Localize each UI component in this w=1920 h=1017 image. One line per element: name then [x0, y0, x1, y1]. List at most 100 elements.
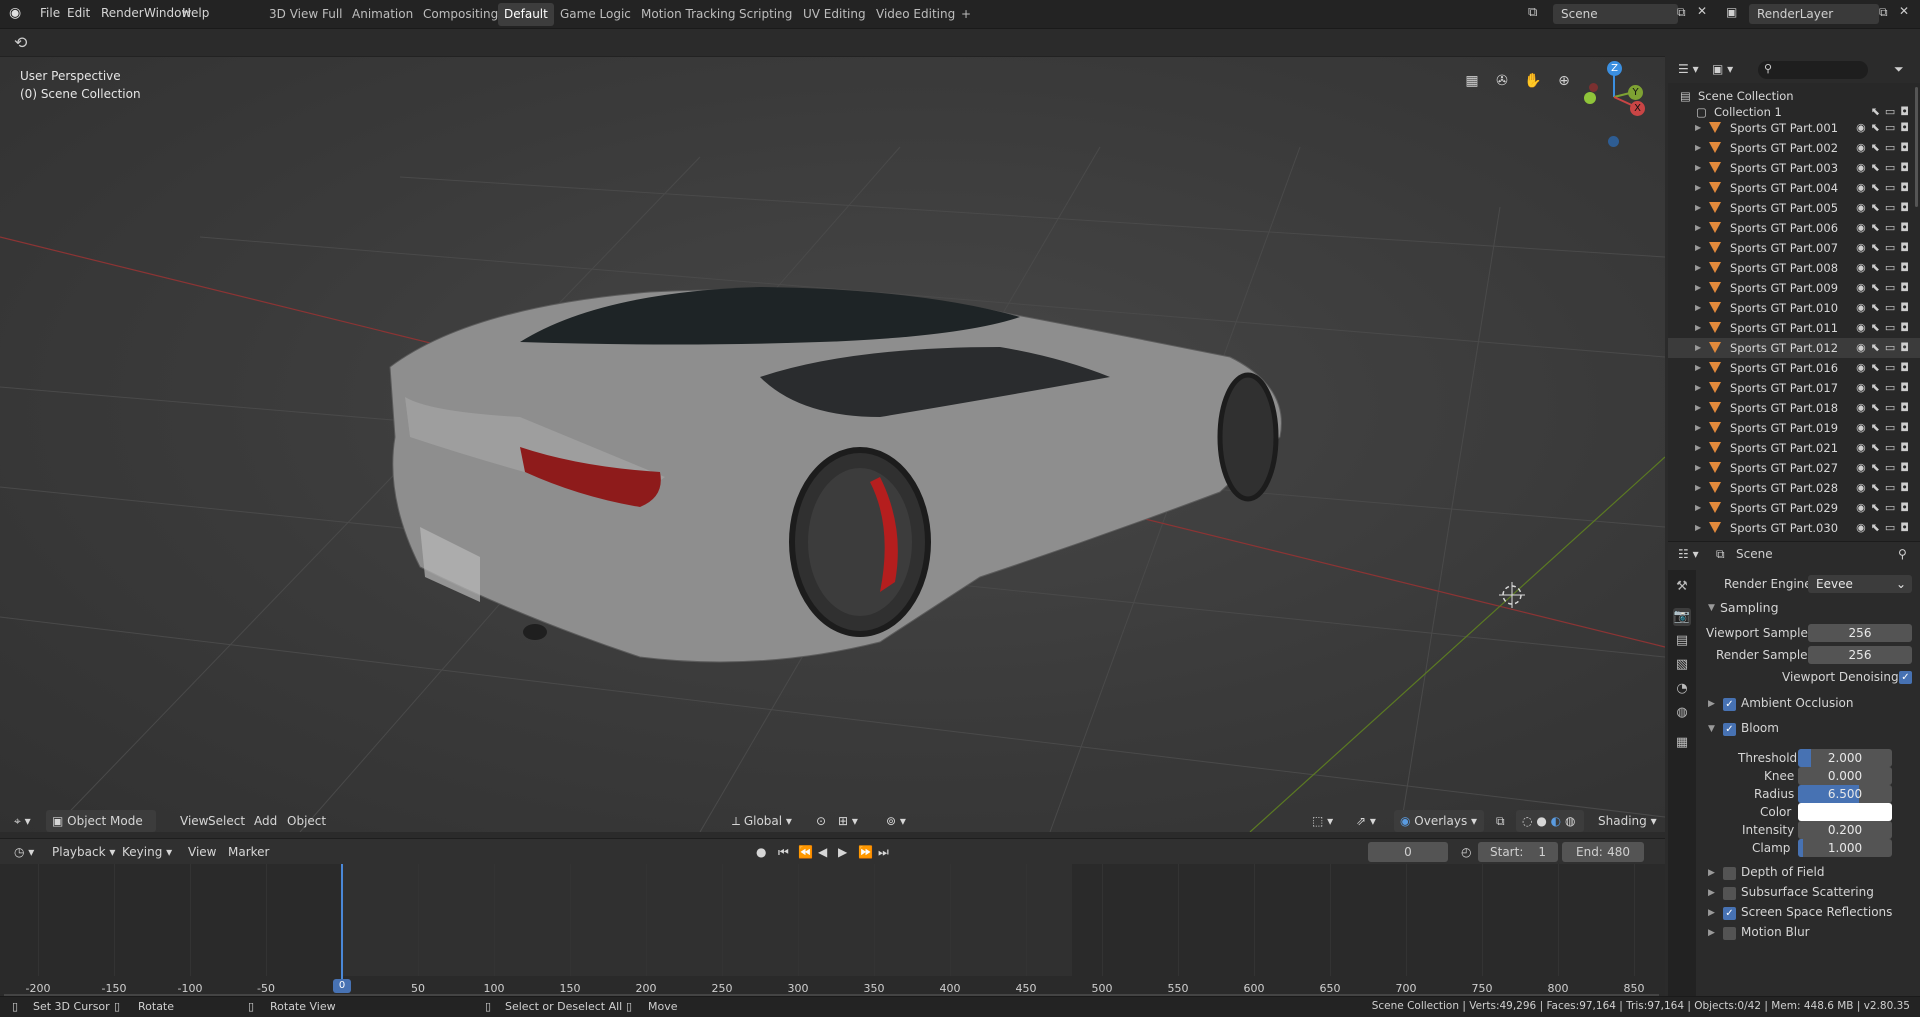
- gizmo-z-icon[interactable]: Z: [1607, 61, 1622, 76]
- pivot-icon[interactable]: ⊙: [810, 810, 832, 832]
- delete-layer-icon[interactable]: ✕: [1899, 4, 1909, 18]
- expand-arrow-icon[interactable]: ▶: [1695, 498, 1701, 518]
- output-tab-icon[interactable]: ▤: [1673, 632, 1691, 650]
- item-visibility-icons[interactable]: ◉⬉▭◘: [1856, 258, 1914, 278]
- navigation-gizmo[interactable]: Z Y X: [1570, 57, 1660, 147]
- subsurface-label[interactable]: Subsurface Scattering: [1741, 885, 1874, 899]
- pan-hand-icon[interactable]: ✋: [1521, 69, 1545, 93]
- new-layer-icon[interactable]: ⧉: [1879, 5, 1888, 20]
- item-visibility-icons[interactable]: ◉⬉▭◘: [1856, 238, 1914, 258]
- wireframe-shading-icon[interactable]: ◌: [1522, 814, 1532, 828]
- sampling-expand-icon[interactable]: ▼: [1708, 603, 1715, 613]
- new-scene-icon[interactable]: ⧉: [1677, 5, 1686, 20]
- item-visibility-icons[interactable]: ◉⬉▭◘: [1856, 498, 1914, 518]
- ambient-occlusion-checkbox[interactable]: ✓: [1723, 698, 1736, 711]
- gizmo-y-icon[interactable]: Y: [1628, 85, 1643, 100]
- delete-scene-icon[interactable]: ✕: [1697, 4, 1707, 18]
- outliner-scrollbar[interactable]: [1915, 87, 1918, 207]
- motion-blur-expand-icon[interactable]: ▶: [1708, 928, 1715, 938]
- xray-icon[interactable]: ⧉: [1490, 810, 1511, 832]
- properties-editor-icon[interactable]: ☷ ▾: [1678, 547, 1699, 561]
- outliner-item[interactable]: ▶ Sports GT Part.010 ◉⬉▭◘: [1668, 298, 1920, 318]
- motion-blur-checkbox[interactable]: [1723, 927, 1736, 940]
- item-visibility-icons[interactable]: ◉⬉▭◘: [1856, 118, 1914, 138]
- menu-render[interactable]: Render: [101, 6, 144, 20]
- outliner-item[interactable]: ▶ Sports GT Part.007 ◉⬉▭◘: [1668, 238, 1920, 258]
- play-icon[interactable]: ▶: [832, 841, 853, 863]
- item-visibility-icons[interactable]: ◉⬉▭◘: [1856, 478, 1914, 498]
- 3d-viewport[interactable]: User Perspective (0) Scene Collection ▦ …: [0, 57, 1665, 832]
- depth-of-field-checkbox[interactable]: [1723, 867, 1736, 880]
- timeline-editor-icon[interactable]: ◷ ▾: [8, 841, 40, 863]
- outliner-item[interactable]: ▶ Sports GT Part.006 ◉⬉▭◘: [1668, 218, 1920, 238]
- menu-select[interactable]: Select: [202, 810, 251, 832]
- render-layer-field[interactable]: RenderLayer: [1749, 4, 1879, 24]
- item-visibility-icons[interactable]: ◉⬉▭◘: [1856, 318, 1914, 338]
- item-visibility-icons[interactable]: ◉⬉▭◘: [1856, 218, 1914, 238]
- outliner-item[interactable]: ▶ Sports GT Part.002 ◉⬉▭◘: [1668, 138, 1920, 158]
- ssr-expand-icon[interactable]: ▶: [1708, 908, 1715, 918]
- gizmo-neg-x-icon[interactable]: [1589, 83, 1598, 92]
- menu-edit[interactable]: Edit: [67, 6, 90, 20]
- threshold-slider[interactable]: 2.000: [1798, 749, 1892, 767]
- transform-tool-icon[interactable]: ⟲: [14, 33, 27, 52]
- shading-dropdown[interactable]: Shading ▾: [1592, 810, 1663, 832]
- expand-arrow-icon[interactable]: ▶: [1695, 518, 1701, 538]
- tab-motion-tracking[interactable]: Motion Tracking: [635, 3, 741, 26]
- item-visibility-icons[interactable]: ◉⬉▭◘: [1856, 398, 1914, 418]
- viewport-denoising-checkbox[interactable]: ✓: [1899, 671, 1912, 684]
- blender-logo-icon[interactable]: ◉: [9, 5, 21, 21]
- depth-of-field-label[interactable]: Depth of Field: [1741, 865, 1824, 879]
- bloom-expand-icon[interactable]: ▼: [1708, 724, 1715, 734]
- item-visibility-icons[interactable]: ◉⬉▭◘: [1856, 358, 1914, 378]
- render-engine-dropdown[interactable]: Eevee ⌄: [1808, 575, 1912, 593]
- expand-arrow-icon[interactable]: ▶: [1695, 378, 1701, 398]
- expand-arrow-icon[interactable]: ▶: [1695, 478, 1701, 498]
- gizmo-x-icon[interactable]: X: [1630, 101, 1645, 116]
- item-visibility-icons[interactable]: ◉⬉▭◘: [1856, 198, 1914, 218]
- outliner-item[interactable]: ▶ Sports GT Part.004 ◉⬉▭◘: [1668, 178, 1920, 198]
- ao-expand-icon[interactable]: ▶: [1708, 699, 1715, 709]
- ssr-label[interactable]: Screen Space Reflections: [1741, 905, 1892, 919]
- texture-tab-icon[interactable]: ▦: [1673, 734, 1691, 752]
- tool-tab-icon[interactable]: ⚒: [1673, 578, 1691, 596]
- item-visibility-icons[interactable]: ◉⬉▭◘: [1856, 278, 1914, 298]
- pin-icon[interactable]: ⚲: [1898, 547, 1907, 561]
- expand-arrow-icon[interactable]: ▶: [1695, 118, 1701, 138]
- outliner-item[interactable]: ▶ Sports GT Part.016 ◉⬉▭◘: [1668, 358, 1920, 378]
- menu-object[interactable]: Object: [281, 810, 332, 832]
- proportional-edit-icon[interactable]: ⊚ ▾: [880, 810, 912, 832]
- bloom-checkbox[interactable]: ✓: [1723, 723, 1736, 736]
- outliner-item[interactable]: ▶ Sports GT Part.029 ◉⬉▭◘: [1668, 498, 1920, 518]
- outliner-item[interactable]: ▶ Sports GT Part.008 ◉⬉▭◘: [1668, 258, 1920, 278]
- end-frame-field[interactable]: End: 480: [1562, 842, 1644, 862]
- outliner-item[interactable]: ▶ Sports GT Part.019 ◉⬉▭◘: [1668, 418, 1920, 438]
- tab-3d-view-full[interactable]: 3D View Full: [263, 3, 349, 26]
- jump-end-icon[interactable]: ⏭: [872, 841, 895, 863]
- outliner-item[interactable]: ▶ Sports GT Part.028 ◉⬉▭◘: [1668, 478, 1920, 498]
- mode-dropdown[interactable]: ▣ Object Mode ▾: [46, 810, 156, 850]
- menu-file[interactable]: File: [40, 6, 60, 20]
- item-visibility-icons[interactable]: ◉⬉▭◘: [1856, 458, 1914, 478]
- gizmo-toggle-icon[interactable]: ⇗ ▾: [1350, 810, 1382, 832]
- intensity-slider[interactable]: 0.200: [1798, 821, 1892, 839]
- ambient-occlusion-label[interactable]: Ambient Occlusion: [1741, 696, 1853, 710]
- expand-arrow-icon[interactable]: ▶: [1695, 178, 1701, 198]
- expand-arrow-icon[interactable]: ▶: [1695, 298, 1701, 318]
- outliner-item[interactable]: ▶ Sports GT Part.027 ◉⬉▭◘: [1668, 458, 1920, 478]
- menu-add[interactable]: Add: [248, 810, 283, 832]
- expand-arrow-icon[interactable]: ▶: [1695, 138, 1701, 158]
- tab-animation[interactable]: Animation: [346, 3, 419, 26]
- outliner-item[interactable]: ▶ Sports GT Part.001 ◉⬉▭◘: [1668, 118, 1920, 138]
- tab-game-logic[interactable]: Game Logic: [554, 3, 637, 26]
- tab-video-editing[interactable]: Video Editing: [870, 3, 961, 26]
- item-visibility-icons[interactable]: ◉⬉▭◘: [1856, 338, 1914, 358]
- timeline-view-menu[interactable]: View: [182, 841, 222, 863]
- sampling-header[interactable]: Sampling: [1720, 600, 1779, 615]
- gizmo-neg-y-icon[interactable]: [1584, 92, 1596, 104]
- expand-arrow-icon[interactable]: ▶: [1695, 258, 1701, 278]
- knee-slider[interactable]: 0.000: [1798, 767, 1892, 785]
- item-visibility-icons[interactable]: ◉⬉▭◘: [1856, 138, 1914, 158]
- render-samples-field[interactable]: 256: [1808, 646, 1912, 664]
- expand-arrow-icon[interactable]: ▶: [1695, 338, 1701, 358]
